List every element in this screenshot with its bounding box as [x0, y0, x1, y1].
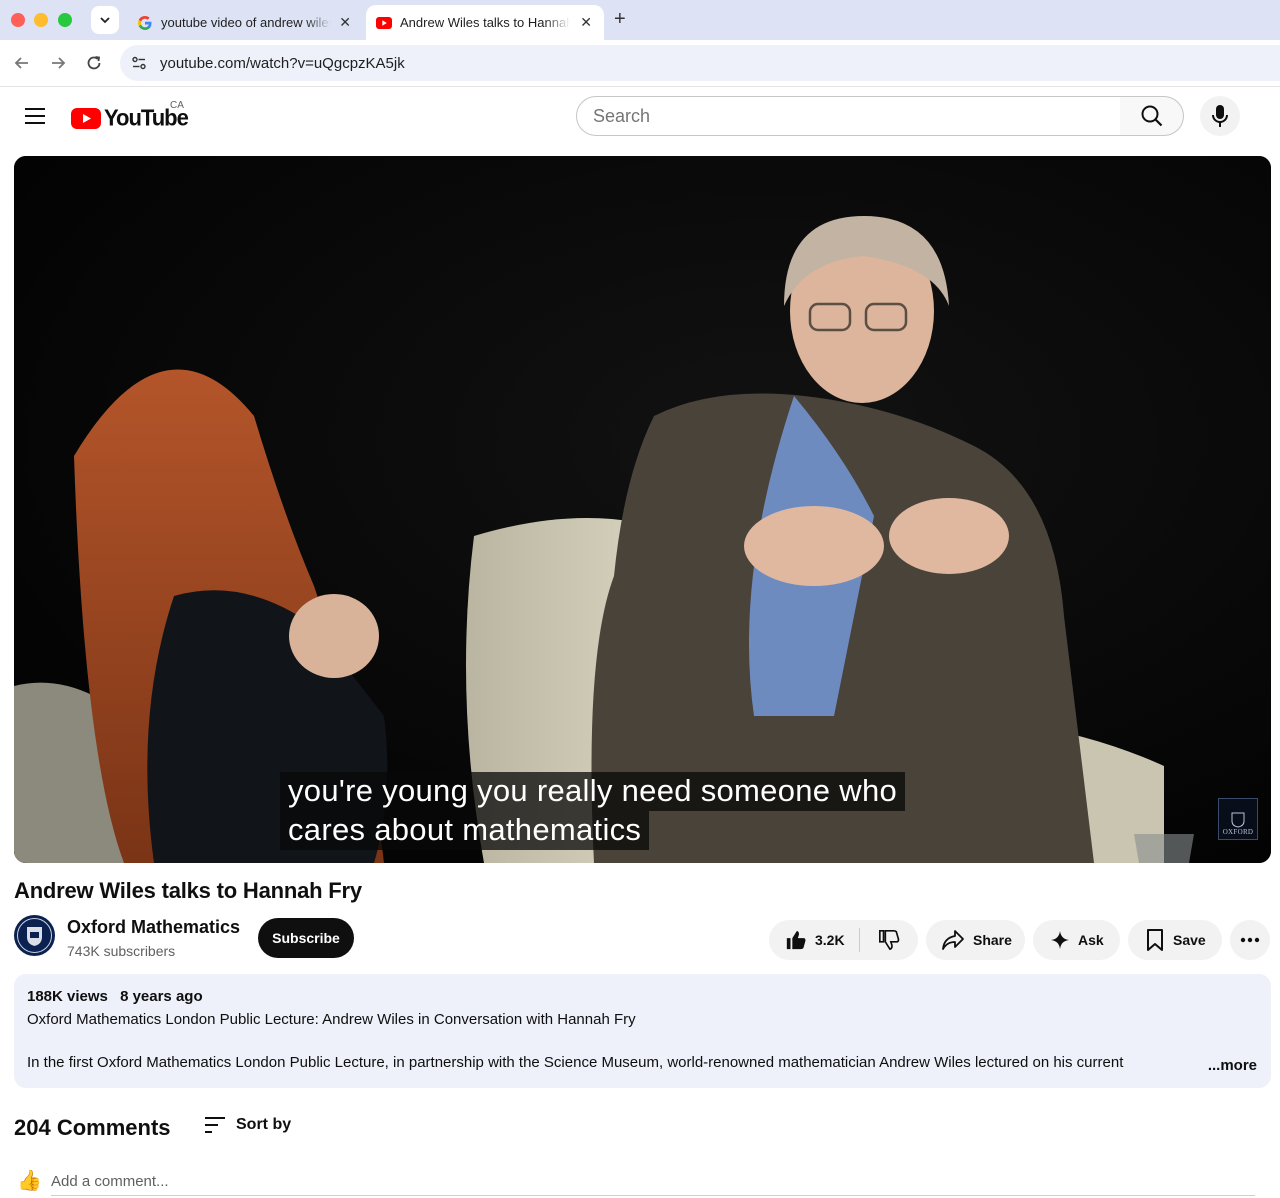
channel-watermark[interactable]: OXFORD [1218, 798, 1258, 840]
window-maximize-button[interactable] [58, 13, 72, 27]
dislike-button[interactable] [860, 920, 918, 960]
search-icon [1141, 105, 1162, 127]
ask-button[interactable]: Ask [1033, 920, 1120, 960]
video-caption: you're young you really need someone who… [280, 772, 906, 850]
new-tab-button[interactable]: + [614, 8, 626, 31]
thumbs-down-icon [879, 930, 900, 951]
microphone-icon [1212, 105, 1228, 127]
sparkle-icon [1051, 931, 1069, 949]
reload-icon[interactable] [83, 52, 105, 74]
crest-icon [1231, 812, 1245, 828]
forward-arrow-icon[interactable] [47, 52, 69, 74]
video-title: Andrew Wiles talks to Hannah Fry [14, 878, 362, 903]
ask-label: Ask [1078, 932, 1104, 948]
bookmark-icon [1147, 929, 1163, 951]
add-comment-input[interactable] [51, 1168, 1255, 1196]
tab-close-icon[interactable]: ✕ [339, 14, 351, 31]
subscribe-button[interactable]: Subscribe [258, 918, 354, 958]
search-button[interactable] [1120, 96, 1184, 136]
description-more-link[interactable]: ...more [1201, 1057, 1257, 1074]
like-button[interactable]: 3.2K [769, 920, 859, 960]
window-close-button[interactable] [11, 13, 25, 27]
channel-avatar[interactable] [14, 915, 55, 956]
oxford-crest-icon [17, 918, 52, 953]
site-settings-icon[interactable] [130, 54, 148, 72]
search-box[interactable] [576, 96, 1121, 136]
browser-tab-bar: youtube video of andrew wiles ✕ Andrew W… [0, 0, 1280, 40]
tab-title: youtube video of andrew wiles [161, 15, 331, 30]
watermark-text: OXFORD [1222, 828, 1254, 836]
window-minimize-button[interactable] [34, 13, 48, 27]
share-button[interactable]: Share [926, 920, 1025, 960]
upload-age: 8 years ago [120, 988, 203, 1005]
channel-name[interactable]: Oxford Mathematics [67, 917, 240, 938]
save-label: Save [1173, 932, 1206, 948]
video-frame-image [14, 156, 1271, 863]
share-icon [942, 930, 964, 950]
youtube-logo-icon [71, 107, 101, 129]
browser-tab-youtube[interactable]: Andrew Wiles talks to Hannah Fry ✕ [366, 5, 604, 40]
tab-search-button[interactable] [91, 6, 119, 34]
sort-by-button[interactable]: Sort by [204, 1116, 291, 1134]
menu-icon[interactable] [24, 106, 46, 126]
omnibox[interactable]: youtube.com/watch?v=uQgcpzKA5jk [120, 45, 1280, 81]
google-icon [138, 15, 152, 30]
youtube-masthead: YouTube CA [0, 88, 1280, 144]
description-meta: 188K views 8 years ago [27, 988, 1258, 1005]
sort-by-label: Sort by [236, 1116, 292, 1133]
user-avatar-emoji: 👍 [17, 1170, 42, 1192]
sort-icon [205, 1117, 225, 1133]
view-count: 188K views [27, 988, 108, 1005]
back-arrow-icon[interactable] [11, 52, 33, 74]
youtube-icon [376, 16, 392, 29]
more-horizontal-icon [1240, 937, 1260, 943]
subscriber-count: 743K subscribers [67, 943, 176, 959]
url-text: youtube.com/watch?v=uQgcpzKA5jk [160, 54, 405, 72]
search-input[interactable] [593, 105, 1120, 127]
caption-line-1: you're young you really need someone who [280, 772, 906, 811]
caption-line-2: cares about mathematics [280, 811, 650, 850]
chevron-down-icon [100, 17, 110, 24]
tab-title: Andrew Wiles talks to Hannah Fry [400, 15, 570, 30]
description-line-1: Oxford Mathematics London Public Lecture… [27, 1011, 636, 1028]
like-count: 3.2K [815, 932, 845, 948]
save-button[interactable]: Save [1128, 920, 1222, 960]
more-actions-button[interactable] [1230, 920, 1270, 960]
browser-tab-google[interactable]: youtube video of andrew wiles ✕ [127, 5, 363, 40]
video-player[interactable]: you're young you really need someone who… [14, 156, 1271, 863]
country-code: CA [170, 100, 184, 111]
like-dislike-group: 3.2K [769, 920, 918, 960]
thumbs-up-icon [786, 930, 806, 950]
comments-count: 204 Comments [14, 1115, 171, 1140]
description-box[interactable]: 188K views 8 years ago Oxford Mathematic… [14, 974, 1271, 1088]
share-label: Share [973, 932, 1012, 948]
voice-search-button[interactable] [1200, 96, 1240, 136]
description-line-2: In the first Oxford Mathematics London P… [27, 1054, 1124, 1071]
address-bar: youtube.com/watch?v=uQgcpzKA5jk [0, 40, 1280, 87]
tab-close-icon[interactable]: ✕ [580, 14, 592, 31]
